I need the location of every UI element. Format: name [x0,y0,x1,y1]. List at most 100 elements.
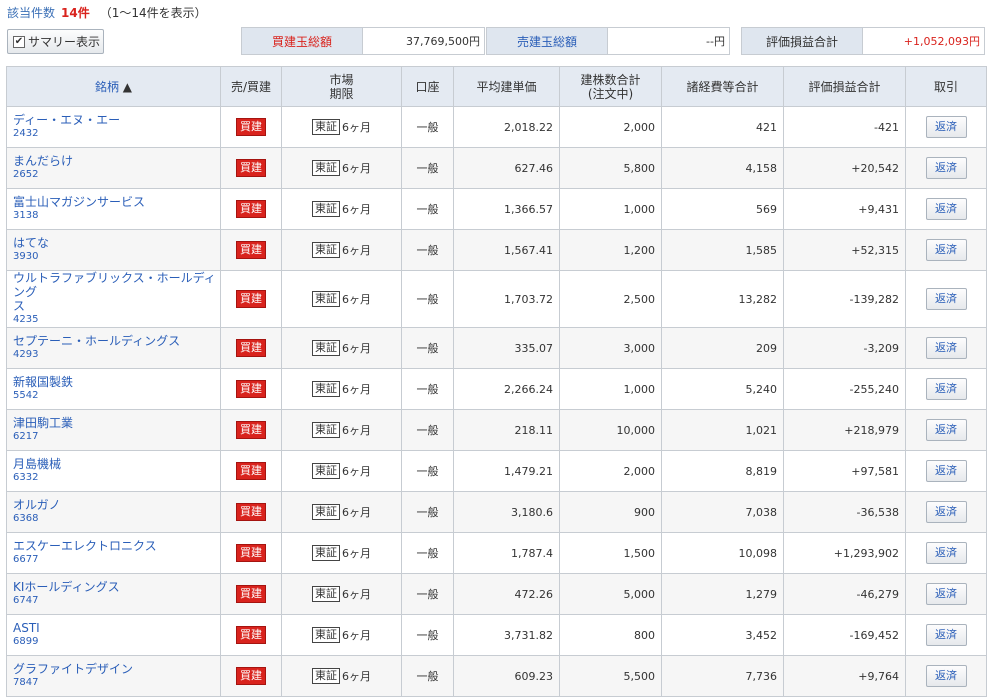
repay-button[interactable]: 返済 [925,624,967,646]
market-badge: 東証 [312,242,340,258]
sort-asc-icon[interactable]: ▲ [123,80,132,94]
cell-fees: 5,240 [661,368,784,410]
repay-button[interactable]: 返済 [925,665,967,687]
cell-fees: 13,282 [661,270,784,328]
cell-pl: -3,209 [783,327,906,369]
cell-trade: 返済 [905,327,987,369]
stock-name-link[interactable]: ウルトラファブリックス・ホールディングス [13,271,220,313]
repay-button[interactable]: 返済 [925,583,967,605]
cell-qty: 1,000 [559,188,662,230]
cell-trade: 返済 [905,491,987,533]
cell-side: 買建 [220,655,282,697]
table-row: ウルトラファブリックス・ホールディングス 4235 買建 東証 6ヶ月 一般 1,703.7… [6,270,987,328]
stock-name-link[interactable]: まんだらけ [13,154,220,168]
cell-pl: -139,282 [783,270,906,328]
cell-trade: 返済 [905,188,987,230]
cell-account: 一般 [401,368,454,410]
repay-button[interactable]: 返済 [925,501,967,523]
table-row: エスケーエレクトロニクス 6677 買建 東証 6ヶ月 一般 1,787.4 1,500 10,… [6,532,987,574]
repay-button[interactable]: 返済 [925,288,967,310]
checkbox-checked-icon[interactable]: ✔ [13,35,25,48]
cell-pl: +9,764 [783,655,906,697]
repay-button[interactable]: 返済 [925,239,967,261]
stock-name-link[interactable]: ASTI [13,621,220,635]
repay-button[interactable]: 返済 [925,419,967,441]
buy-total-box: 買建玉総額 37,769,500円 [241,27,485,55]
cell-market: 東証 6ヶ月 [281,614,402,656]
cell-avg-price: 627.46 [453,147,560,189]
stock-name-link[interactable]: 月島機械 [13,457,220,471]
market-badge: 東証 [312,422,340,438]
cell-pl: -36,538 [783,491,906,533]
stock-code: 6332 [13,472,39,483]
result-count: 該当件数 14件 （1〜14件を表示） [7,4,207,21]
stock-name-link[interactable]: エスケーエレクトロニクス [13,539,220,553]
market-badge: 東証 [312,381,340,397]
stock-name-link[interactable]: はてな [13,236,220,250]
repay-button[interactable]: 返済 [925,378,967,400]
cell-fees: 10,098 [661,532,784,574]
cell-fees: 3,452 [661,614,784,656]
col-header-name[interactable]: 銘柄 ▲ [6,66,221,107]
stock-name-link[interactable]: 富士山マガジンサービス [13,195,220,209]
cell-market: 東証 6ヶ月 [281,147,402,189]
cell-fees: 421 [661,106,784,148]
cell-stock: 富士山マガジンサービス 3138 [6,188,221,230]
stock-name-link[interactable]: グラファイトデザイン [13,662,220,676]
cell-avg-price: 1,787.4 [453,532,560,574]
table-row: 月島機械 6332 買建 東証 6ヶ月 一般 1,479.21 2,000 8,819 +97,5… [6,450,987,492]
cell-qty: 3,000 [559,327,662,369]
repay-button[interactable]: 返済 [925,157,967,179]
stock-name-link[interactable]: 津田駒工業 [13,416,220,430]
term-label: 6ヶ月 [342,203,371,216]
cell-fees: 1,021 [661,409,784,451]
col-header-side: 売/買建 [220,66,282,107]
cell-market: 東証 6ヶ月 [281,327,402,369]
cell-market: 東証 6ヶ月 [281,409,402,451]
cell-account: 一般 [401,270,454,328]
repay-button[interactable]: 返済 [925,337,967,359]
cell-avg-price: 3,180.6 [453,491,560,533]
cell-avg-price: 3,731.82 [453,614,560,656]
summary-toggle-button[interactable]: ✔ サマリー表示 [7,29,104,54]
stock-name-link[interactable]: ディー・エヌ・エー [13,113,220,127]
repay-button[interactable]: 返済 [925,116,967,138]
cell-qty: 5,000 [559,573,662,615]
term-label: 6ヶ月 [342,465,371,478]
market-badge: 東証 [312,160,340,176]
stock-name-link[interactable]: セプテーニ・ホールディングス [13,334,220,348]
cell-side: 買建 [220,188,282,230]
cell-account: 一般 [401,614,454,656]
table-header-row: 銘柄 ▲ 売/買建 市場 期限 口座 平均建単価 建株数合計 (注文中) 諸経費等合… [6,66,987,107]
stock-name-link[interactable]: オルガノ [13,498,220,512]
term-label: 6ヶ月 [342,121,371,134]
cell-account: 一般 [401,327,454,369]
cell-account: 一般 [401,450,454,492]
stock-code: 6217 [13,431,39,442]
cell-trade: 返済 [905,450,987,492]
cell-side: 買建 [220,327,282,369]
cell-market: 東証 6ヶ月 [281,573,402,615]
cell-fees: 1,585 [661,229,784,271]
buy-badge: 買建 [236,585,266,603]
cell-pl: +20,542 [783,147,906,189]
repay-button[interactable]: 返済 [925,198,967,220]
cell-fees: 569 [661,188,784,230]
result-range: （1〜14件を表示） [99,6,207,20]
stock-code: 5542 [13,390,39,401]
col-header-account: 口座 [401,66,454,107]
cell-qty: 900 [559,491,662,533]
market-badge: 東証 [312,291,340,307]
cell-stock: セプテーニ・ホールディングス 4293 [6,327,221,369]
result-count-value: 14件 [61,6,90,20]
pl-total-label: 評価損益合計 [742,28,863,54]
repay-button[interactable]: 返済 [925,542,967,564]
cell-qty: 1,500 [559,532,662,574]
market-badge: 東証 [312,545,340,561]
cell-pl: -169,452 [783,614,906,656]
stock-name-link[interactable]: 新報国製鉄 [13,375,220,389]
cell-stock: 津田駒工業 6217 [6,409,221,451]
repay-button[interactable]: 返済 [925,460,967,482]
cell-stock: グラファイトデザイン 7847 [6,655,221,697]
stock-name-link[interactable]: KIホールディングス [13,580,220,594]
